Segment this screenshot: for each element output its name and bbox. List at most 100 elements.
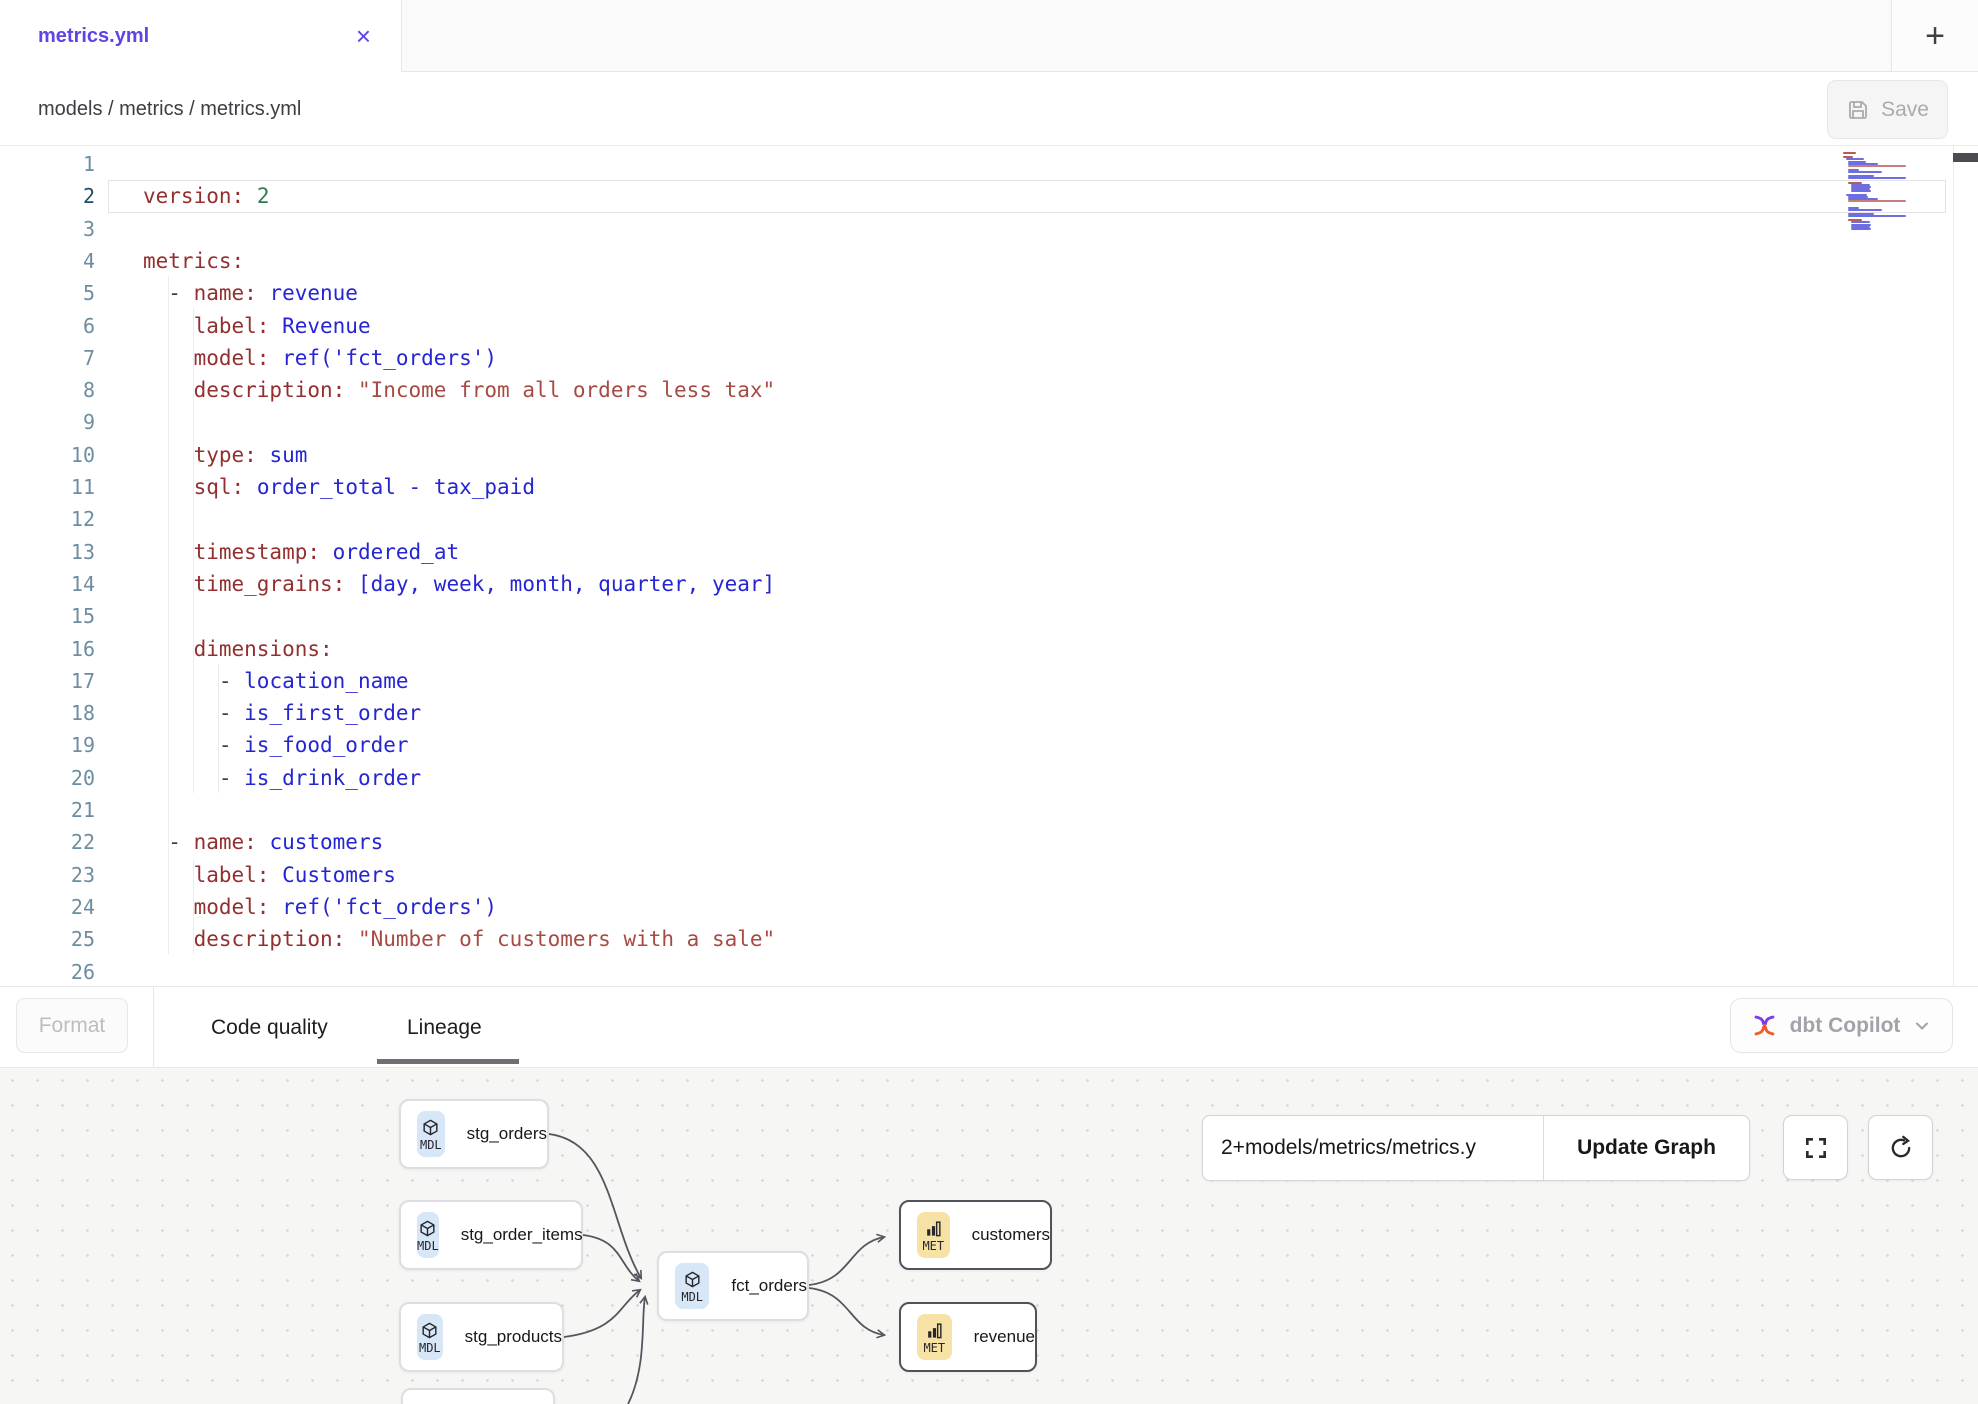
dbt-copilot-button[interactable]: dbt Copilot bbox=[1730, 998, 1953, 1053]
tab-metrics-yml[interactable]: metrics.yml × bbox=[0, 0, 402, 72]
code-text: - name: revenue bbox=[143, 277, 358, 310]
code-text: timestamp: ordered_at bbox=[143, 536, 459, 569]
node-label: stg_order_items bbox=[461, 1225, 583, 1245]
badge-type-label: MDL bbox=[681, 1291, 703, 1303]
refresh-icon bbox=[1887, 1134, 1915, 1162]
code-text: description: "Number of customers with a… bbox=[143, 923, 775, 956]
new-tab-button[interactable]: + bbox=[1891, 0, 1978, 72]
code-text: - is_first_order bbox=[143, 697, 421, 730]
save-button[interactable]: Save bbox=[1827, 80, 1948, 139]
minimap-line bbox=[1848, 171, 1882, 173]
footer-divider bbox=[153, 987, 154, 1068]
code-line-20[interactable]: 20 - is_drink_order bbox=[0, 762, 1978, 795]
badge-type-label: MDL bbox=[419, 1342, 441, 1354]
code-line-4[interactable]: 4metrics: bbox=[0, 245, 1978, 278]
lineage-node-stg_orders[interactable]: MDL stg_orders bbox=[399, 1099, 549, 1169]
minimap-line bbox=[1851, 190, 1871, 192]
line-number: 12 bbox=[0, 503, 95, 536]
code-line-2[interactable]: 2version: 2 bbox=[0, 180, 1978, 213]
code-line-22[interactable]: 22 - name: customers bbox=[0, 826, 1978, 859]
code-text: - is_food_order bbox=[143, 729, 409, 762]
dbt-ide-window: metrics.yml × + models / metrics / metri… bbox=[0, 0, 1978, 1404]
line-number: 18 bbox=[0, 697, 95, 730]
tab-lineage[interactable]: Lineage bbox=[407, 987, 482, 1068]
code-line-24[interactable]: 24 model: ref('fct_orders') bbox=[0, 891, 1978, 924]
lineage-node-customers[interactable]: MET customers bbox=[899, 1200, 1052, 1270]
code-line-10[interactable]: 10 type: sum bbox=[0, 439, 1978, 472]
code-line-6[interactable]: 6 label: Revenue bbox=[0, 310, 1978, 343]
code-line-25[interactable]: 25 description: "Number of customers wit… bbox=[0, 923, 1978, 956]
code-line-8[interactable]: 8 description: "Income from all orders l… bbox=[0, 374, 1978, 407]
code-line-23[interactable]: 23 label: Customers bbox=[0, 859, 1978, 892]
tab-strip-empty bbox=[402, 0, 1891, 72]
fullscreen-button[interactable] bbox=[1783, 1115, 1848, 1180]
code-line-21[interactable]: 21 bbox=[0, 794, 1978, 827]
line-number: 10 bbox=[0, 439, 95, 472]
code-text: metrics: bbox=[143, 245, 244, 278]
cube-icon: MDL bbox=[417, 1111, 445, 1157]
code-text: time_grains: [day, week, month, quarter,… bbox=[143, 568, 775, 601]
badge-type-label: MDL bbox=[417, 1240, 439, 1252]
line-number: 7 bbox=[0, 342, 95, 375]
format-button[interactable]: Format bbox=[16, 998, 128, 1053]
code-line-17[interactable]: 17 - location_name bbox=[0, 665, 1978, 698]
line-number: 14 bbox=[0, 568, 95, 601]
code-editor[interactable]: 12version: 234metrics:5 - name: revenue6… bbox=[0, 146, 1978, 986]
update-graph-button[interactable]: Update Graph bbox=[1543, 1116, 1749, 1180]
minimap-line bbox=[1848, 177, 1906, 179]
lineage-node-fct_orders[interactable]: MDLfct_orders bbox=[657, 1251, 809, 1321]
cube-icon: MDL bbox=[675, 1263, 709, 1309]
code-line-3[interactable]: 3 bbox=[0, 213, 1978, 246]
close-icon[interactable]: × bbox=[356, 23, 371, 49]
plus-icon: + bbox=[1925, 19, 1945, 53]
minimap-line bbox=[1851, 228, 1871, 230]
line-number: 11 bbox=[0, 471, 95, 504]
line-number: 1 bbox=[0, 148, 95, 181]
cube-icon: MDL bbox=[417, 1314, 443, 1360]
bar-chart-icon: MET bbox=[917, 1212, 950, 1258]
code-text: label: Revenue bbox=[143, 310, 371, 343]
code-text: label: Customers bbox=[143, 859, 396, 892]
line-number: 17 bbox=[0, 665, 95, 698]
code-text: model: ref('fct_orders') bbox=[143, 342, 497, 375]
code-line-1[interactable]: 1 bbox=[0, 148, 1978, 181]
lineage-node-stg_products[interactable]: MDLstg_products bbox=[399, 1302, 564, 1372]
code-line-11[interactable]: 11 sql: order_total - tax_paid bbox=[0, 471, 1978, 504]
breadcrumb-row: models / metrics / metrics.yml Save bbox=[0, 72, 1978, 146]
code-line-19[interactable]: 19 - is_food_order bbox=[0, 729, 1978, 762]
code-line-16[interactable]: 16 dimensions: bbox=[0, 633, 1978, 666]
code-line-5[interactable]: 5 - name: revenue bbox=[0, 277, 1978, 310]
tab-title: metrics.yml bbox=[38, 25, 149, 48]
code-line-12[interactable]: 12 bbox=[0, 503, 1978, 536]
lineage-canvas[interactable]: Update Graph MDL stg_orders MDL stg_order_i… bbox=[0, 1068, 1978, 1404]
code-line-7[interactable]: 7 model: ref('fct_orders') bbox=[0, 342, 1978, 375]
code-text: version: 2 bbox=[143, 180, 269, 213]
lineage-node-revenue[interactable]: METrevenue bbox=[899, 1302, 1037, 1372]
line-number: 9 bbox=[0, 406, 95, 439]
line-number: 16 bbox=[0, 633, 95, 666]
node-label: stg_orders bbox=[467, 1124, 547, 1144]
graph-selector-input[interactable] bbox=[1203, 1116, 1543, 1180]
code-line-18[interactable]: 18 - is_first_order bbox=[0, 697, 1978, 730]
badge-type-label: MDL bbox=[420, 1139, 442, 1151]
editor-footer-bar: Format Code quality Lineage dbt Copilot bbox=[0, 986, 1978, 1068]
bar-chart-icon: MET bbox=[917, 1314, 952, 1360]
tab-code-quality[interactable]: Code quality bbox=[211, 987, 328, 1068]
refresh-button[interactable] bbox=[1868, 1115, 1933, 1180]
line-number: 19 bbox=[0, 729, 95, 762]
code-line-26[interactable]: 26 bbox=[0, 956, 1978, 987]
copilot-sparkle-icon bbox=[1751, 1012, 1778, 1039]
code-line-9[interactable]: 9 bbox=[0, 406, 1978, 439]
code-line-13[interactable]: 13 timestamp: ordered_at bbox=[0, 536, 1978, 569]
scrollbar-thumb[interactable] bbox=[1953, 153, 1978, 162]
minimap-line bbox=[1848, 165, 1906, 167]
lineage-node-stg_order_items[interactable]: MDL stg_order_items bbox=[399, 1200, 583, 1270]
code-line-14[interactable]: 14 time_grains: [day, week, month, quart… bbox=[0, 568, 1978, 601]
minimap-line bbox=[1848, 209, 1882, 211]
code-line-15[interactable]: 15 bbox=[0, 600, 1978, 633]
fullscreen-icon bbox=[1803, 1135, 1829, 1161]
node-label: customers bbox=[972, 1225, 1050, 1245]
line-number: 20 bbox=[0, 762, 95, 795]
lineage-node-partial[interactable] bbox=[401, 1388, 555, 1404]
line-number: 6 bbox=[0, 310, 95, 343]
